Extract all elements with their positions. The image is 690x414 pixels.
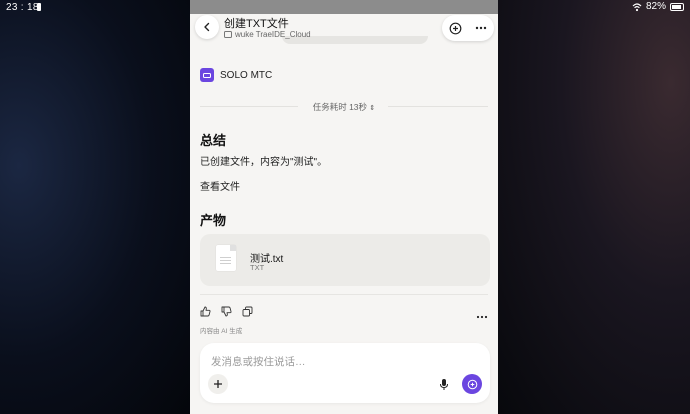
wifi-icon [632,2,642,11]
ai-generated-note: 内容由 AI 生成 [200,328,243,335]
message-composer: 发消息或按住说话… [200,343,490,403]
divider [200,294,488,295]
copy-icon[interactable] [242,306,253,317]
text-file-icon [216,245,236,271]
file-card[interactable]: 测试.txt TXT [200,234,490,286]
status-time: 23 : 18 [6,2,39,13]
view-file-link[interactable]: 查看文件 [200,178,240,193]
summary-text: 已创建文件，内容为"测试"。 [200,157,328,168]
status-bar: 23 : 18 82% [0,0,690,16]
mic-icon [440,378,448,390]
expand-chevron-icon: ⇕ [369,105,376,112]
chat-app: 创建TXT文件 wuke TraeIDE_Cloud SOLO MTC 任务耗时… [190,0,498,414]
voice-input-button[interactable] [435,375,453,393]
chat-subtitle: wuke TraeIDE_Cloud [224,30,311,39]
new-chat-icon [449,22,461,34]
more-icon [475,26,487,30]
task-duration[interactable]: 任务耗时 13秒 ⇕ [190,100,498,114]
header-actions [442,15,494,41]
send-icon [467,379,477,389]
agent-logo-icon [200,68,214,82]
feedback-actions [200,306,253,317]
new-chat-button[interactable] [447,20,463,36]
more-button[interactable] [473,20,489,36]
agent-label: SOLO MTC [200,68,272,82]
plus-icon [214,380,222,388]
wallpaper-right [498,0,690,414]
artifacts-heading: 产物 [200,213,227,228]
file-type: TXT [250,263,265,272]
wallpaper-left [0,0,190,414]
duration-text: 任务耗时 13秒 [312,102,368,112]
message-input[interactable]: 发消息或按住说话… [211,354,306,369]
battery-icon [670,2,684,11]
chat-header: 创建TXT文件 wuke TraeIDE_Cloud [190,14,498,44]
add-attachment-button[interactable] [208,374,228,394]
back-button[interactable] [195,15,219,39]
battery-percent: 82% [645,1,666,12]
back-icon [204,22,210,32]
send-button[interactable] [462,374,482,394]
workspace-name: wuke TraeIDE_Cloud [235,30,311,39]
thumbs-down-icon[interactable] [221,306,232,317]
summary-heading: 总结 [200,133,227,148]
message-more-button[interactable] [476,306,488,324]
thumbs-up-icon[interactable] [200,306,211,317]
status-right: 82% [632,1,684,12]
chat-title: 创建TXT文件 [224,18,289,30]
folder-icon [224,31,232,38]
more-icon [476,315,488,319]
agent-name: SOLO MTC [220,69,273,81]
lock-icon [37,3,41,11]
